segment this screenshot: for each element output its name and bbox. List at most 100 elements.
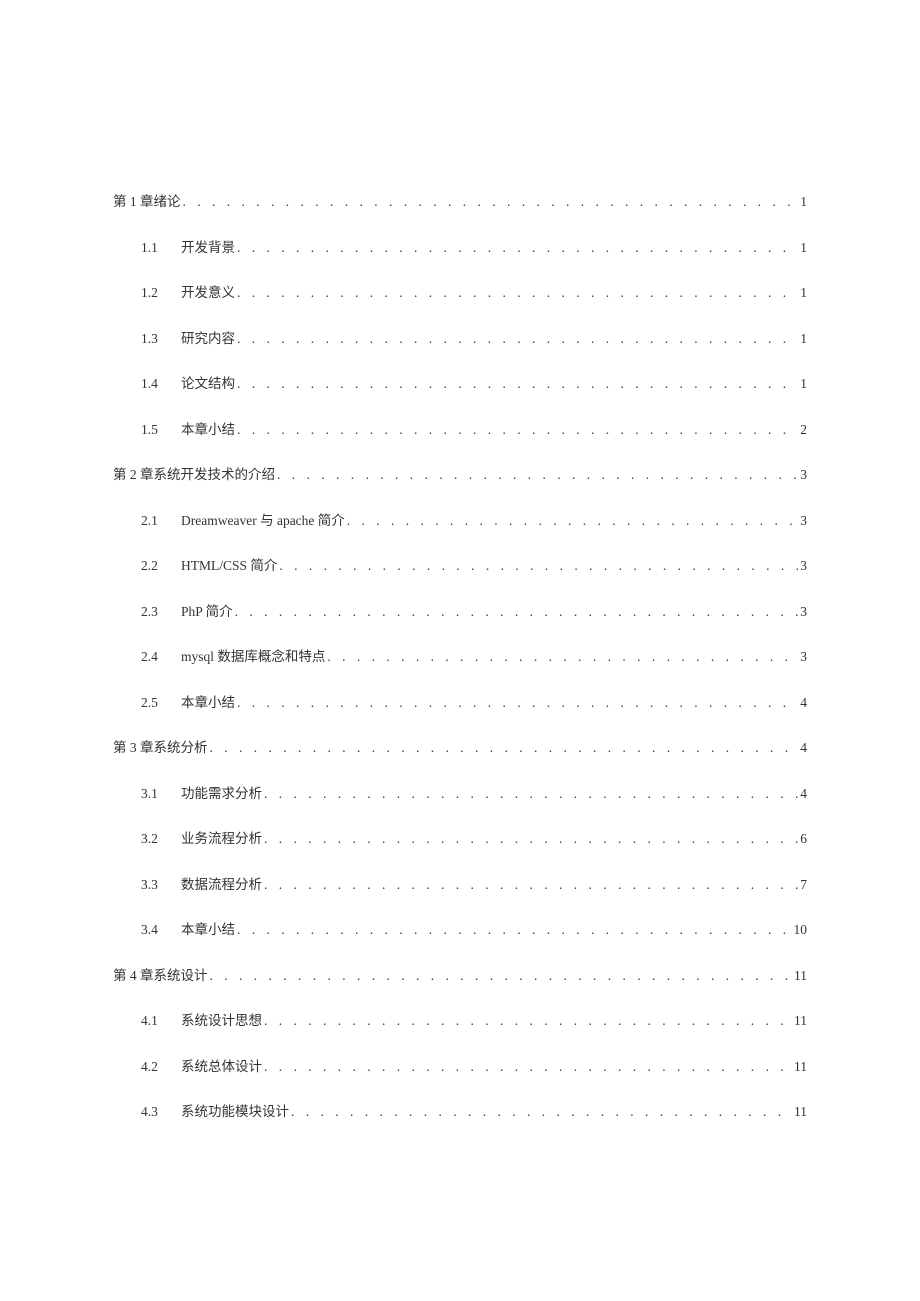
toc-entry-number: 3.1 [141,787,171,801]
toc-leader-dots [237,696,798,710]
toc-entry: 1.4 论文结构 1 [141,377,807,391]
toc-entry: 4.3 系统功能模块设计 11 [141,1105,807,1119]
toc-entry-page: 1 [800,241,807,255]
toc-leader-dots [279,559,798,573]
toc-leader-dots [210,969,793,983]
toc-entry-title: 系统设计思想 [181,1014,262,1028]
toc-entry: 1.3 研究内容 1 [141,332,807,346]
toc-entry-number: 4.3 [141,1105,171,1119]
toc-entry-number: 1.1 [141,241,171,255]
toc-entry-page: 6 [800,832,807,846]
toc-entry-number: 1.4 [141,377,171,391]
toc-entry-page: 3 [800,468,807,482]
toc-entry-title: 本章小结 [181,696,235,710]
toc-leader-dots [237,332,798,346]
toc-leader-dots [183,195,799,209]
toc-entry-title: 开发背景 [181,241,235,255]
toc-entry-title: 研究内容 [181,332,235,346]
toc-entry-page: 11 [794,1014,807,1028]
toc-entry-title: mysql 数据库概念和特点 [181,650,325,664]
toc-leader-dots [235,605,799,619]
toc-leader-dots [347,514,798,528]
toc-entry-page: 1 [800,195,807,209]
toc-entry-title: 业务流程分析 [181,832,262,846]
toc-entry-title: 本章小结 [181,423,235,437]
toc-entry-title: 系统总体设计 [181,1060,262,1074]
toc-entry-number: 2.2 [141,559,171,573]
toc-entry: 第 4 章系统设计 11 [113,969,807,983]
toc-entry-number: 3.2 [141,832,171,846]
toc-entry: 4.1 系统设计思想 11 [141,1014,807,1028]
toc-entry-title: 第 2 章系统开发技术的介绍 [113,468,275,482]
toc-leader-dots [237,377,798,391]
toc-entry-number: 2.4 [141,650,171,664]
toc-entry-number: 2.1 [141,514,171,528]
toc-entry-title: 论文结构 [181,377,235,391]
toc-entry-title: 数据流程分析 [181,878,262,892]
toc-leader-dots [237,241,798,255]
toc-entry: 第 2 章系统开发技术的介绍 3 [113,468,807,482]
toc-leader-dots [264,832,798,846]
toc-entry-number: 3.4 [141,923,171,937]
toc-entry-page: 3 [800,559,807,573]
toc-entry: 2.5 本章小结 4 [141,696,807,710]
toc-entry-number: 3.3 [141,878,171,892]
toc-entry: 2.4mysql 数据库概念和特点3 [141,650,807,664]
toc-entry-page: 7 [800,878,807,892]
toc-leader-dots [237,423,798,437]
toc-entry: 1.1 开发背景 1 [141,241,807,255]
toc-entry-page: 4 [800,787,807,801]
toc-list: 第 1 章绪论11.1开发背景11.2开发意义11.3研究内容11.4论文结构1… [113,195,807,1119]
toc-entry-title: 第 3 章系统分析 [113,741,208,755]
toc-entry-number: 1.2 [141,286,171,300]
toc-entry-title: 开发意义 [181,286,235,300]
toc-entry-title: 系统功能模块设计 [181,1105,289,1119]
toc-entry-number: 2.5 [141,696,171,710]
toc-entry-title: HTML/CSS 简介 [181,559,277,573]
toc-entry-page: 1 [800,286,807,300]
toc-leader-dots [264,1014,792,1028]
toc-entry-title: Dreamweaver 与 apache 简介 [181,514,345,528]
toc-entry: 1.2 开发意义 1 [141,286,807,300]
toc-page: 第 1 章绪论11.1开发背景11.2开发意义11.3研究内容11.4论文结构1… [0,0,920,1211]
toc-entry-page: 4 [800,696,807,710]
toc-entry-page: 11 [794,969,807,983]
toc-entry: 3.4 本章小结 10 [141,923,807,937]
toc-entry-title: 功能需求分析 [181,787,262,801]
toc-entry: 2.2 HTML/CSS 简介 3 [141,559,807,573]
toc-entry-number: 1.3 [141,332,171,346]
toc-leader-dots [264,787,798,801]
toc-entry-number: 1.5 [141,423,171,437]
toc-leader-dots [264,878,798,892]
toc-leader-dots [210,741,799,755]
toc-entry: 第 1 章绪论 1 [113,195,807,209]
toc-entry: 1.5 本章小结 2 [141,423,807,437]
toc-leader-dots [291,1105,792,1119]
toc-entry: 3.1 功能需求分析 4 [141,787,807,801]
toc-leader-dots [237,923,792,937]
toc-entry-page: 2 [800,423,807,437]
toc-entry-number: 4.1 [141,1014,171,1028]
toc-leader-dots [277,468,798,482]
toc-entry-page: 1 [800,377,807,391]
toc-entry-title: PhP 简介 [181,605,233,619]
toc-leader-dots [237,286,798,300]
toc-entry-page: 3 [800,605,807,619]
toc-leader-dots [327,650,798,664]
toc-entry-title: 第 4 章系统设计 [113,969,208,983]
toc-entry: 4.2系统总体设计11 [141,1060,807,1074]
toc-entry: 第 3 章系统分析 4 [113,741,807,755]
toc-entry-page: 3 [800,514,807,528]
toc-leader-dots [264,1060,792,1074]
toc-entry: 2.1 Dreamweaver 与 apache 简介 3 [141,514,807,528]
toc-entry-title: 第 1 章绪论 [113,195,181,209]
toc-entry-title: 本章小结 [181,923,235,937]
toc-entry-number: 2.3 [141,605,171,619]
toc-entry-page: 11 [794,1105,807,1119]
toc-entry: 3.2 业务流程分析 6 [141,832,807,846]
toc-entry: 2.3 PhP 简介 3 [141,605,807,619]
toc-entry: 3.3 数据流程分析 7 [141,878,807,892]
toc-entry-page: 1 [800,332,807,346]
toc-entry-page: 4 [800,741,807,755]
toc-entry-page: 10 [794,923,808,937]
